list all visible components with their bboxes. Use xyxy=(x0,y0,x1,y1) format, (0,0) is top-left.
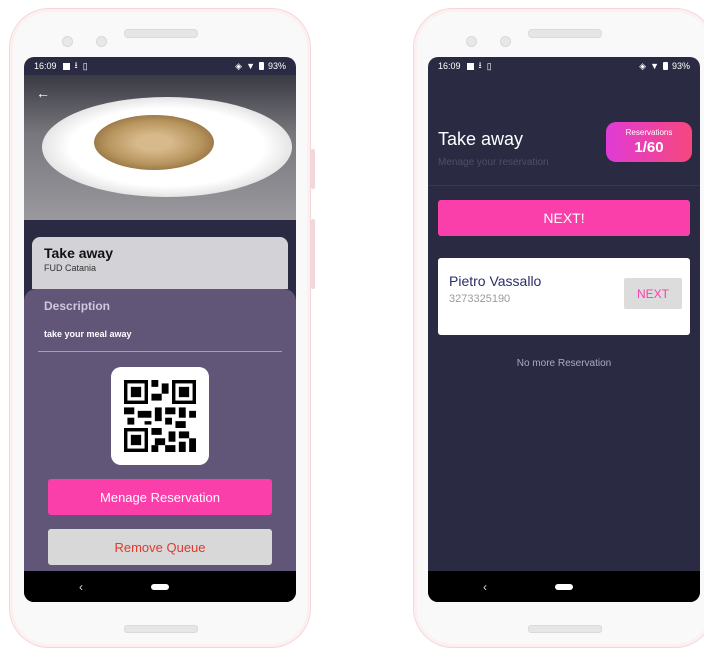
clipboard-icon: ▯ xyxy=(486,60,492,71)
sensor xyxy=(96,36,107,47)
notification-icon xyxy=(466,62,474,70)
right-phone-frame: 16:09 ⭳ ▯ ◈ ▼ 93% Take away Menage your … xyxy=(413,8,704,648)
status-bar: 16:09 ⭳ ▯ ◈ ▼ 93% xyxy=(428,57,700,75)
vibrate-icon: ◈ xyxy=(235,60,243,71)
reservation-name: Pietro Vassallo xyxy=(449,273,542,289)
clipboard-icon: ▯ xyxy=(82,60,88,71)
front-camera xyxy=(466,36,477,47)
vibrate-icon: ◈ xyxy=(639,60,647,71)
badge-label: Reservations xyxy=(625,128,673,137)
back-arrow-icon[interactable]: ← xyxy=(36,85,50,101)
status-bar: 16:09 ⭳ ▯ ◈ ▼ 93% xyxy=(24,57,296,75)
nav-back-icon[interactable]: ‹ xyxy=(483,580,487,594)
reservation-card: Pietro Vassallo 3273325190 NEXT xyxy=(438,258,690,335)
page-title: Take away xyxy=(438,129,524,149)
navigation-bar: ‹ xyxy=(24,571,296,602)
top-speaker xyxy=(124,29,198,38)
status-time: 16:09 xyxy=(34,61,57,71)
qr-code-icon xyxy=(124,380,196,452)
description-heading: Description xyxy=(44,299,111,313)
qr-code-box xyxy=(111,367,209,465)
restaurant-title: Take away xyxy=(44,245,114,261)
description-card: Description take your meal away Menage R… xyxy=(24,289,296,571)
download-icon: ⭳ xyxy=(74,60,78,70)
nav-back-icon[interactable]: ‹ xyxy=(79,580,83,594)
reservations-badge: Reservations 1/60 xyxy=(606,122,692,162)
battery-percent: 93% xyxy=(267,61,286,71)
wifi-icon: ▼ xyxy=(650,61,659,71)
download-icon: ⭳ xyxy=(478,60,482,70)
sensor xyxy=(500,36,511,47)
notification-icon xyxy=(62,62,70,70)
wifi-icon: ▼ xyxy=(246,61,255,71)
page-subtitle: Menage your reservation xyxy=(438,157,549,168)
bottom-speaker xyxy=(124,625,198,633)
nav-home-icon[interactable] xyxy=(555,583,573,590)
pasta-shape xyxy=(94,115,214,170)
status-time: 16:09 xyxy=(438,61,461,71)
next-button[interactable]: NEXT! xyxy=(438,200,690,236)
manage-reservation-button[interactable]: Menage Reservation xyxy=(48,479,272,515)
volume-button xyxy=(311,219,315,289)
restaurant-subtitle: FUD Catania xyxy=(44,263,97,273)
title-card: Take away FUD Catania xyxy=(32,237,288,289)
battery-icon xyxy=(662,62,668,70)
remove-queue-button[interactable]: Remove Queue xyxy=(48,529,272,565)
divider xyxy=(428,185,700,186)
battery-icon xyxy=(258,62,264,70)
left-screen: 16:09 ⭳ ▯ ◈ ▼ 93% ← Take away FUD Catani… xyxy=(24,57,296,602)
navigation-bar: ‹ xyxy=(428,571,700,602)
food-photo xyxy=(24,75,296,220)
top-speaker xyxy=(528,29,602,38)
badge-count: 1/60 xyxy=(634,139,664,156)
power-button xyxy=(311,149,315,189)
front-camera xyxy=(62,36,73,47)
right-screen: 16:09 ⭳ ▯ ◈ ▼ 93% Take away Menage your … xyxy=(428,57,700,602)
reservation-next-button[interactable]: NEXT xyxy=(624,278,682,309)
nav-home-icon[interactable] xyxy=(151,583,169,590)
divider xyxy=(38,351,282,352)
reservation-phone: 3273325190 xyxy=(449,293,511,305)
bottom-speaker xyxy=(528,625,602,633)
left-phone-frame: 16:09 ⭳ ▯ ◈ ▼ 93% ← Take away FUD Catani… xyxy=(9,8,315,648)
empty-state-text: No more Reservation xyxy=(516,358,612,369)
battery-percent: 93% xyxy=(671,61,690,71)
description-text: take your meal away xyxy=(44,329,132,339)
